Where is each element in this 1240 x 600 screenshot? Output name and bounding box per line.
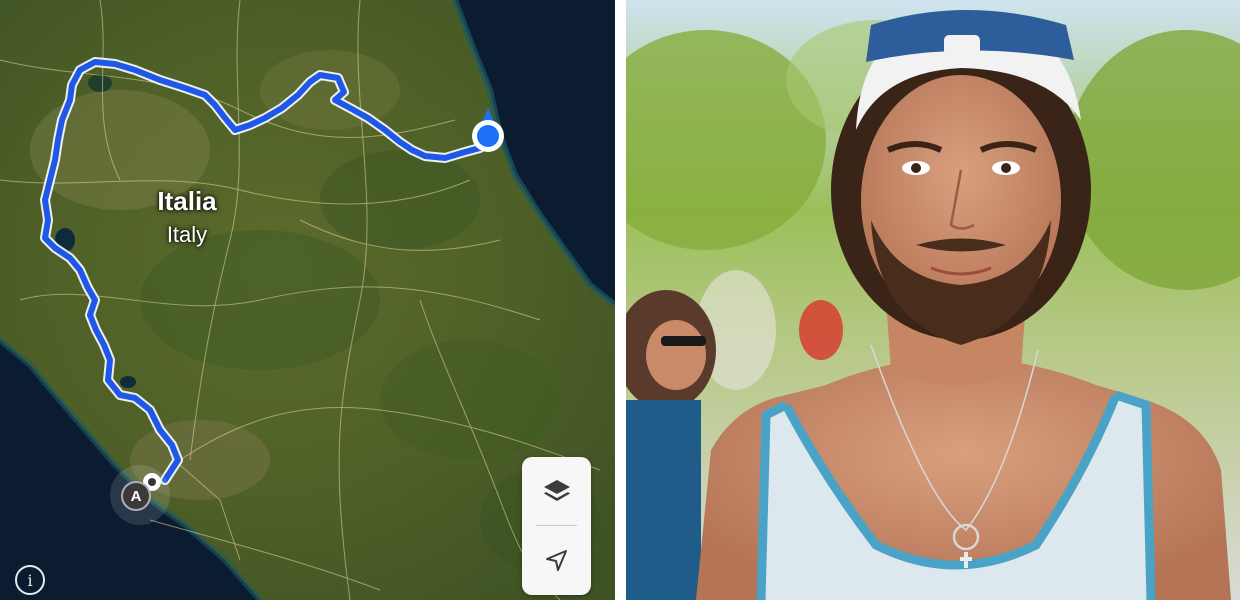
- info-button[interactable]: i: [15, 565, 45, 595]
- location-arrow-icon: [545, 550, 567, 571]
- layers-icon: [543, 480, 570, 501]
- locate-button[interactable]: [522, 527, 591, 595]
- panel-divider: [615, 0, 626, 600]
- country-label-native: Italia: [157, 186, 217, 216]
- controls-divider: [536, 525, 577, 526]
- map-view[interactable]: Italia Italy A i: [0, 0, 615, 600]
- start-marker[interactable]: A: [121, 481, 151, 511]
- runner-photo: [626, 0, 1240, 600]
- portrait-image: [626, 0, 1240, 600]
- map-controls: [522, 457, 591, 595]
- layers-button[interactable]: [522, 457, 591, 525]
- info-icon: i: [27, 570, 33, 590]
- country-label-english: Italy: [166, 222, 208, 247]
